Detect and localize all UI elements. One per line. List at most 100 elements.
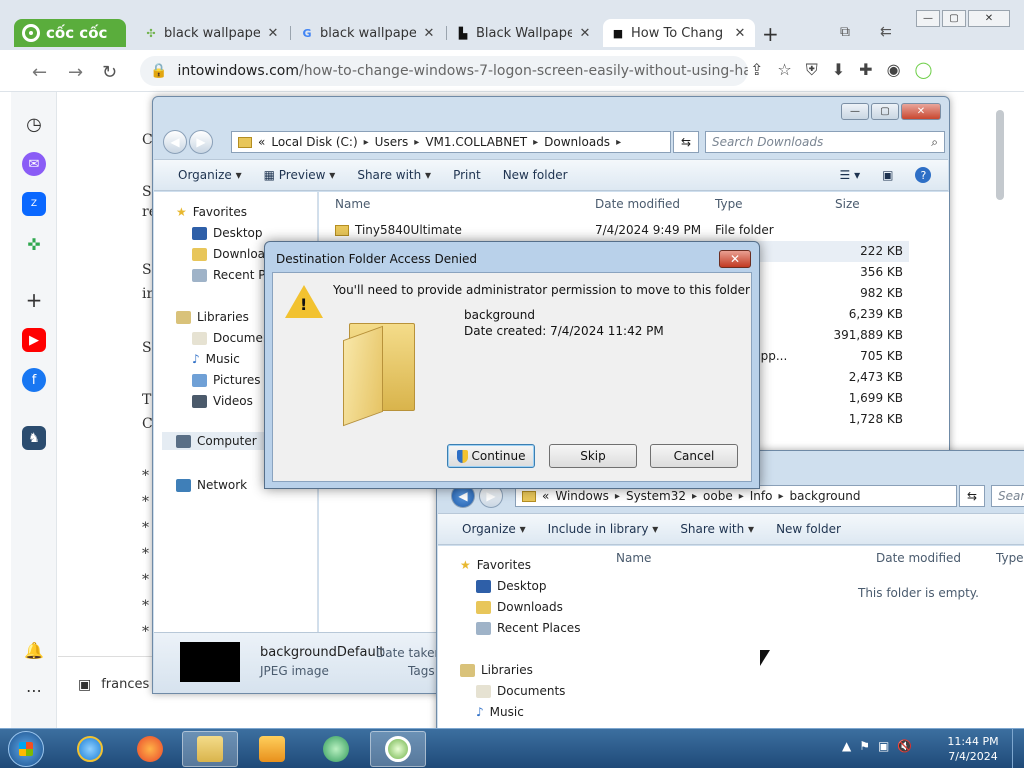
organize-button[interactable]: Organize	[178, 168, 242, 182]
extension-shield-icon[interactable]: ⛨	[806, 60, 818, 80]
minimize-button[interactable]: —	[916, 10, 940, 27]
preview-pane-icon[interactable]: ▣	[882, 168, 893, 182]
file-explorer-icon[interactable]	[182, 731, 238, 767]
forward-button[interactable]: ▶	[189, 130, 213, 154]
coccoc-browser-icon[interactable]	[370, 731, 426, 767]
game-app-icon[interactable]: ♞	[22, 426, 46, 450]
column-size[interactable]: Size	[835, 192, 860, 216]
start-button[interactable]	[8, 731, 44, 767]
media-player-icon[interactable]	[244, 731, 300, 767]
nav-desktop[interactable]: Desktop	[476, 579, 547, 593]
show-desktop-button[interactable]	[1012, 729, 1024, 768]
preview-button[interactable]: ▦ Preview	[264, 168, 336, 182]
crumb-downloads[interactable]: Downloads	[544, 135, 610, 149]
refresh-button[interactable]: ⇆	[959, 485, 985, 507]
tab-close-icon[interactable]: ✕	[422, 26, 436, 41]
nav-downloads[interactable]: Downloads	[476, 600, 563, 614]
search-input[interactable]: Search	[991, 485, 1024, 507]
bookmark-star-icon[interactable]: ☆	[777, 60, 791, 80]
tab-close-icon[interactable]: ✕	[733, 26, 747, 41]
crumb-separator-icon[interactable]: ▸	[616, 137, 621, 148]
internet-explorer-icon[interactable]	[62, 731, 118, 767]
crumb-separator-icon[interactable]: ▸	[364, 137, 369, 148]
address-bar[interactable]: « Local Disk (C:) ▸ Users ▸ VM1.COLLABNE…	[231, 131, 671, 153]
extensions-puzzle-icon[interactable]: ✚	[859, 60, 872, 80]
nav-recent-places[interactable]: Recent Places	[476, 621, 580, 635]
dialog-close-button[interactable]: ✕	[719, 250, 751, 268]
tab-black-wallpaper-3[interactable]: ▙ Black Wallpape ✕	[448, 19, 600, 47]
crumb-separator-icon[interactable]: ▸	[414, 137, 419, 148]
nav-favorites[interactable]: ★ Favorites	[460, 558, 531, 572]
crumb-windows[interactable]: Windows	[555, 489, 609, 503]
new-folder-button[interactable]: New folder	[776, 522, 841, 536]
column-name[interactable]: Name	[335, 192, 370, 216]
refresh-button[interactable]: ⇆	[673, 131, 699, 153]
games-icon[interactable]: ✜	[22, 232, 46, 256]
share-icon[interactable]: ⇪	[750, 60, 763, 80]
tab-how-to-change[interactable]: ■ How To Chang ✕	[603, 19, 755, 47]
add-icon[interactable]: +	[22, 288, 46, 312]
crumb-info[interactable]: Info	[750, 489, 773, 503]
column-type[interactable]: Type	[996, 546, 1024, 570]
back-button[interactable]: ◀	[163, 130, 187, 154]
page-scrollbar[interactable]	[996, 110, 1004, 200]
download-icon[interactable]: ⬇	[832, 60, 845, 80]
zalo-icon[interactable]: Z	[22, 192, 46, 216]
crumb-local-disk[interactable]: Local Disk (C:)	[271, 135, 357, 149]
new-tab-button[interactable]: +	[762, 22, 779, 46]
table-row[interactable]: Tiny5840Ultimate 7/4/2024 9:49 PM File fol…	[319, 220, 909, 241]
nav-favorites[interactable]: ★ Favorites	[176, 205, 247, 219]
reload-icon[interactable]: ↻	[102, 62, 117, 83]
more-icon[interactable]: ⋯	[22, 678, 46, 702]
column-type[interactable]: Type	[715, 192, 743, 216]
nav-music[interactable]: ♪ Music	[192, 352, 240, 366]
crumb-background[interactable]: background	[789, 489, 860, 503]
screen-capture-icon[interactable]: ⧉	[840, 24, 850, 40]
crumb-oobe[interactable]: oobe	[703, 489, 733, 503]
back-arrows-icon[interactable]: ⇇	[880, 24, 892, 40]
tab-close-icon[interactable]: ✕	[266, 26, 280, 41]
clock[interactable]: 11:44 PM 7/4/2024	[940, 734, 1006, 764]
minimize-button[interactable]: —	[841, 103, 869, 120]
crumb-users[interactable]: Users	[375, 135, 409, 149]
include-in-library-button[interactable]: Include in library	[548, 522, 659, 536]
messenger-icon[interactable]: ✉	[22, 152, 46, 176]
crumb-overflow[interactable]: «	[258, 135, 265, 149]
firefox-icon[interactable]	[122, 731, 178, 767]
crumb-user[interactable]: VM1.COLLABNET	[425, 135, 527, 149]
crumb-separator-icon[interactable]: ▸	[778, 491, 783, 502]
nav-videos[interactable]: Videos	[192, 394, 253, 408]
crumb-separator-icon[interactable]: ▸	[615, 491, 620, 502]
crumb-separator-icon[interactable]: ▸	[692, 491, 697, 502]
tab-black-wallpaper-1[interactable]: ✣ black wallpape ✕	[136, 19, 288, 47]
volume-muted-icon[interactable]: 🔇	[897, 739, 912, 753]
share-with-button[interactable]: Share with	[357, 168, 431, 182]
crumb-overflow[interactable]: «	[542, 489, 549, 503]
cancel-button[interactable]: Cancel	[650, 444, 738, 468]
action-center-flag-icon[interactable]: ⚑	[859, 739, 870, 753]
nav-music[interactable]: ♪ Music	[476, 705, 524, 719]
tab-close-icon[interactable]: ✕	[578, 26, 592, 41]
coccoc-green-icon[interactable]	[308, 731, 364, 767]
crumb-system32[interactable]: System32	[626, 489, 686, 503]
organize-button[interactable]: Organize	[462, 522, 526, 536]
maximize-button[interactable]: ▢	[871, 103, 899, 120]
close-button[interactable]: ✕	[968, 10, 1010, 27]
help-icon[interactable]: ?	[915, 167, 932, 183]
column-name[interactable]: Name	[616, 546, 651, 570]
nav-network[interactable]: Network	[176, 478, 247, 492]
print-button[interactable]: Print	[453, 168, 481, 182]
column-date-modified[interactable]: Date modified	[876, 546, 961, 570]
nav-documents[interactable]: Documents	[476, 684, 565, 698]
crumb-separator-icon[interactable]: ▸	[739, 491, 744, 502]
share-with-button[interactable]: Share with	[680, 522, 754, 536]
youtube-icon[interactable]: ▶	[22, 328, 46, 352]
address-bar[interactable]: 🔒 intowindows.com/how-to-change-windows-…	[140, 56, 748, 86]
tab-black-wallpaper-2[interactable]: G black wallpape ✕	[292, 19, 444, 47]
bell-icon[interactable]: 🔔	[22, 638, 46, 662]
forward-arrow-icon[interactable]: →	[68, 62, 83, 83]
coccoc-brand-button[interactable]: cốc cốc	[14, 19, 126, 47]
close-button[interactable]: ✕	[901, 103, 941, 120]
column-date-modified[interactable]: Date modified	[595, 192, 680, 216]
crumb-separator-icon[interactable]: ▸	[533, 137, 538, 148]
